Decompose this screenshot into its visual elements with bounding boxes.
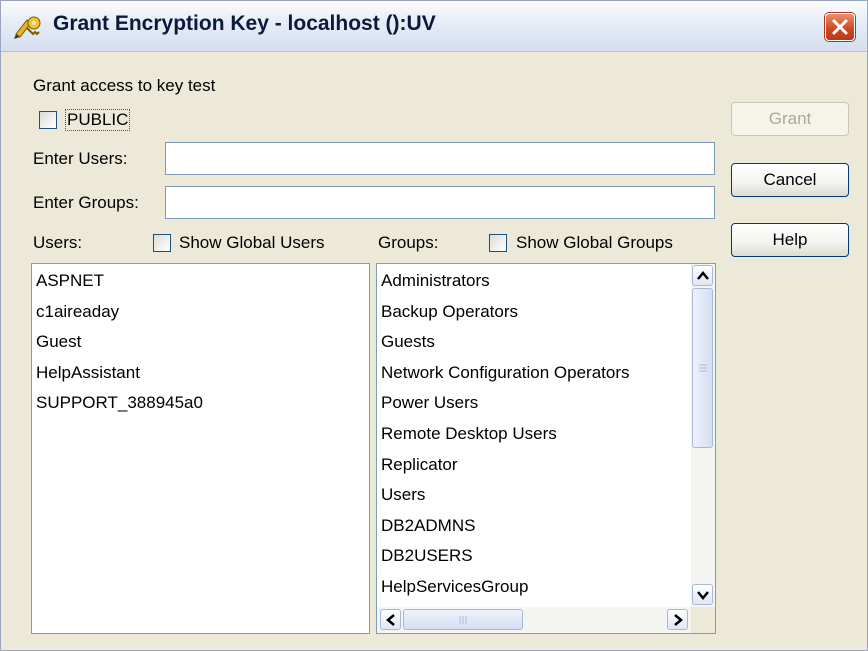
scroll-up-button[interactable] — [692, 265, 713, 286]
show-global-users-label[interactable]: Show Global Users — [179, 233, 325, 253]
group-list-item[interactable]: Backup Operators — [381, 297, 518, 327]
chevron-left-icon — [386, 614, 395, 626]
scrollbar-corner — [691, 607, 715, 633]
enter-users-label: Enter Users: — [33, 149, 128, 168]
title-bar[interactable]: Grant Encryption Key - localhost ():UV — [1, 1, 867, 52]
public-checkbox[interactable] — [39, 111, 57, 129]
chevron-right-icon — [674, 614, 683, 626]
scroll-down-button[interactable] — [692, 584, 713, 605]
chevron-down-icon — [697, 591, 709, 600]
user-list-item[interactable]: c1aireaday — [36, 297, 119, 327]
grant-encryption-key-dialog: Grant Encryption Key - localhost ():UV G… — [0, 0, 868, 651]
groups-list-container: Administrators Backup Operators Guests Netw… — [376, 263, 716, 634]
window-title: Grant Encryption Key - localhost ():UV — [53, 12, 436, 35]
cancel-button[interactable]: Cancel — [731, 163, 849, 197]
groups-vertical-scrollbar[interactable] — [691, 264, 715, 607]
users-label: Users: — [33, 233, 83, 252]
grant-access-label: Grant access to key test — [33, 76, 216, 95]
user-list-item[interactable]: HelpAssistant — [36, 358, 140, 388]
group-list-item[interactable]: HelpServicesGroup — [381, 572, 528, 602]
groups-horizontal-scrollbar[interactable] — [377, 607, 691, 633]
group-list-item[interactable]: Administrators — [381, 266, 490, 296]
user-list-item[interactable]: SUPPORT_388945a0 — [36, 388, 203, 418]
show-global-users-checkbox[interactable] — [153, 234, 171, 252]
users-list[interactable]: ASPNET c1aireaday Guest HelpAssistant SUPPOR… — [31, 263, 370, 634]
vertical-scroll-thumb[interactable] — [692, 288, 713, 448]
user-list-item[interactable]: ASPNET — [36, 266, 104, 296]
group-list-item[interactable]: Guests — [381, 327, 435, 357]
public-checkbox-label[interactable]: PUBLIC — [65, 109, 131, 131]
grant-button[interactable]: Grant — [731, 102, 849, 136]
grip-icon — [699, 364, 707, 372]
help-button[interactable]: Help — [731, 223, 849, 257]
grip-icon — [459, 616, 467, 624]
group-list-item[interactable]: Users — [381, 480, 425, 510]
group-list-item[interactable]: DB2ADMNS — [381, 511, 475, 541]
horizontal-scroll-thumb[interactable] — [403, 609, 523, 630]
group-list-item[interactable]: Power Users — [381, 388, 478, 418]
show-global-groups-label[interactable]: Show Global Groups — [516, 233, 673, 253]
scroll-left-button[interactable] — [380, 609, 401, 630]
groups-label: Groups: — [378, 233, 439, 252]
enter-groups-input[interactable] — [165, 186, 715, 219]
group-list-item[interactable]: Remote Desktop Users — [381, 419, 557, 449]
group-list-item[interactable]: Network Configuration Operators — [381, 358, 630, 388]
groups-list[interactable]: Administrators Backup Operators Guests Netw… — [377, 264, 691, 607]
show-global-groups-checkbox[interactable] — [489, 234, 507, 252]
enter-groups-label: Enter Groups: — [33, 193, 139, 212]
close-button[interactable] — [825, 13, 855, 41]
group-list-item[interactable]: Replicator — [381, 450, 458, 480]
chevron-up-icon — [697, 271, 709, 280]
close-icon — [832, 19, 848, 35]
user-list-item[interactable]: Guest — [36, 327, 81, 357]
enter-users-input[interactable] — [165, 142, 715, 175]
key-pen-icon — [13, 14, 43, 40]
group-list-item[interactable]: DB2USERS — [381, 541, 473, 571]
scroll-right-button[interactable] — [667, 609, 688, 630]
